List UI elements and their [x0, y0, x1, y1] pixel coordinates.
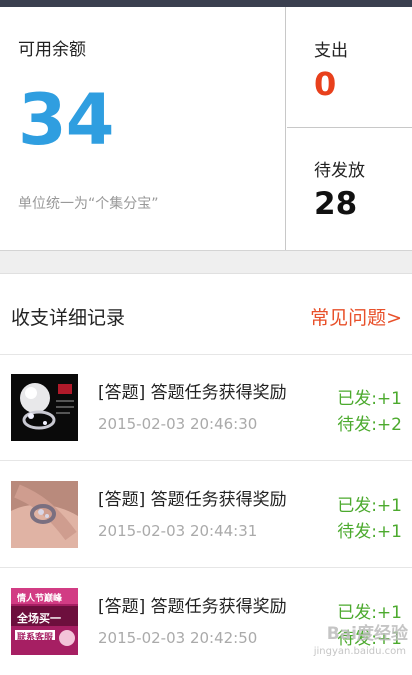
spend-label: 支出 [314, 41, 348, 61]
section-divider [0, 250, 412, 274]
records-title: 收支详细记录 [11, 307, 126, 329]
pending-amount: 待发:+2 [337, 415, 402, 435]
pending-amount: 待发:+1 [337, 522, 402, 542]
promo-text-2: 全场买一 [17, 612, 61, 625]
spend-panel: 支出 0 [287, 7, 412, 128]
issued-amount: 已发:+1 [337, 496, 402, 516]
pending-value: 28 [314, 186, 358, 222]
pearl-ring-thumbnail [11, 374, 78, 441]
balance-label: 可用余额 [18, 40, 86, 60]
record-time: 2015-02-03 20:44:31 [98, 522, 258, 540]
balance-value: 34 [18, 79, 114, 161]
pending-label: 待发放 [314, 161, 365, 181]
account-summary: 可用余额 34 单位统一为“个集分宝” 支出 0 待发放 28 [0, 7, 412, 250]
promo-text-1: 情人节巅峰 [17, 594, 63, 604]
record-time: 2015-02-03 20:42:50 [98, 629, 258, 647]
faq-link[interactable]: 常见问题> [310, 303, 402, 330]
unit-note: 单位统一为“个集分宝” [18, 196, 159, 212]
record-title: [答题] 答题任务获得奖励 [98, 597, 287, 617]
issued-amount: 已发:+1 [337, 389, 402, 409]
promo-banner-thumbnail: 情人节巅峰 全场买一 联系客服 [11, 588, 78, 655]
pending-panel: 待发放 28 [287, 128, 412, 250]
spend-value: 0 [314, 65, 337, 103]
watermark-logo: Bai度经验 [326, 624, 408, 644]
balance-panel: 可用余额 34 单位统一为“个集分宝” [0, 7, 286, 250]
record-row[interactable]: [答题] 答题任务获得奖励 2015-02-03 20:44:31 已发:+1 … [0, 461, 412, 568]
hand-ring-thumbnail [11, 481, 78, 548]
record-row[interactable]: [答题] 答题任务获得奖励 2015-02-03 20:46:30 已发:+1 … [0, 354, 412, 461]
records-header: 收支详细记录 常见问题> [0, 273, 412, 355]
promo-text-3: 联系客服 [17, 633, 54, 643]
record-title: [答题] 答题任务获得奖励 [98, 490, 287, 510]
record-time: 2015-02-03 20:46:30 [98, 415, 258, 433]
status-bar [0, 0, 412, 7]
record-title: [答题] 答题任务获得奖励 [98, 383, 287, 403]
watermark-url: jingyan.baidu.com [313, 646, 406, 657]
